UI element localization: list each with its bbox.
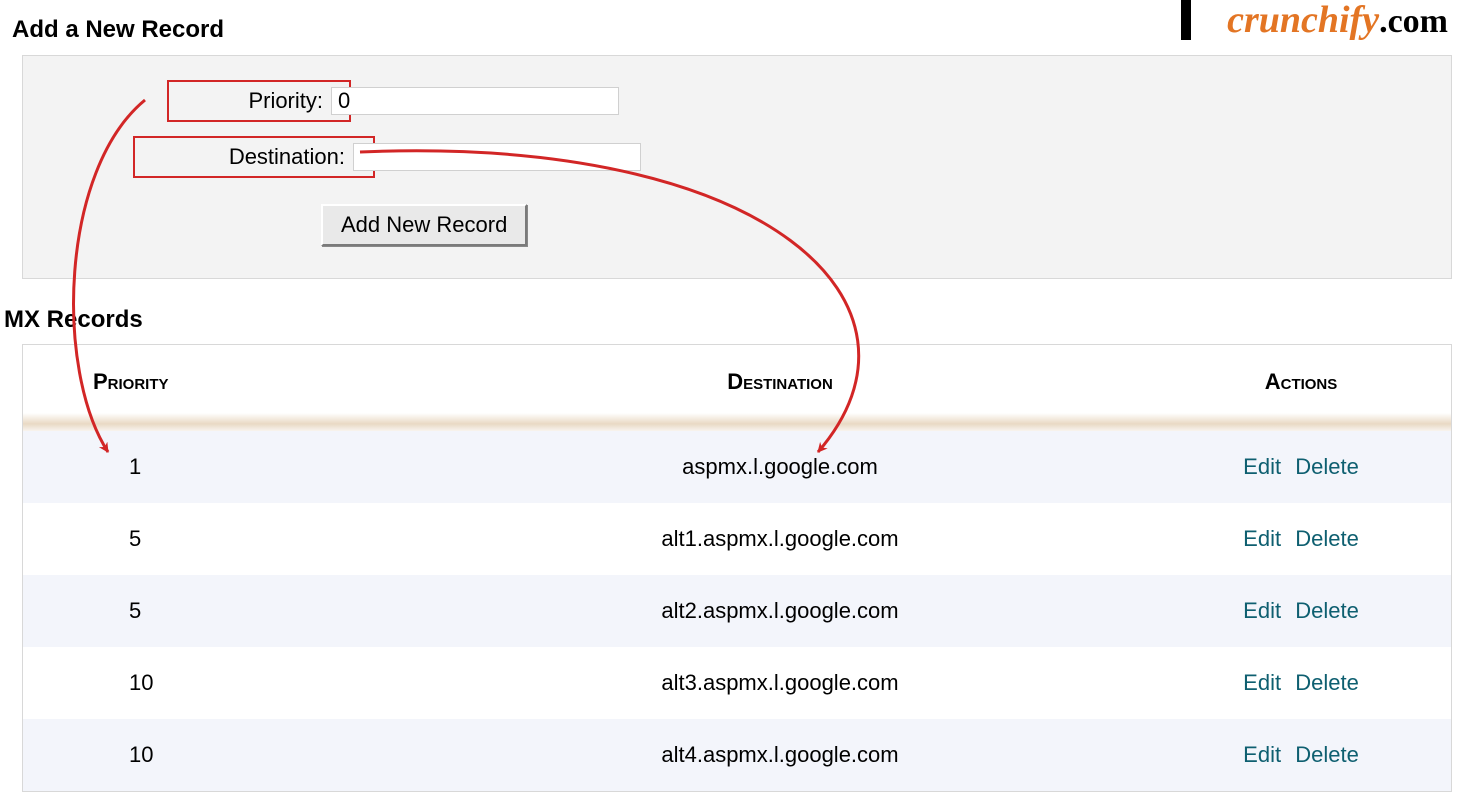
priority-input[interactable]: [331, 87, 619, 115]
table-row: 5alt1.aspmx.l.google.comEdit Delete: [23, 503, 1451, 575]
cell-destination: alt1.aspmx.l.google.com: [409, 503, 1151, 575]
logo-text: crunchify.com: [1227, 0, 1448, 42]
cell-actions: Edit Delete: [1151, 503, 1451, 575]
cell-actions: Edit Delete: [1151, 719, 1451, 791]
destination-input[interactable]: [353, 143, 641, 171]
cell-priority: 1: [23, 431, 409, 503]
cell-destination: alt3.aspmx.l.google.com: [409, 647, 1151, 719]
delete-link[interactable]: Delete: [1295, 742, 1359, 767]
cell-destination: alt4.aspmx.l.google.com: [409, 719, 1151, 791]
edit-link[interactable]: Edit: [1243, 670, 1281, 695]
mx-records-table-container: Priority Destination Actions 1aspmx.l.go…: [22, 344, 1452, 792]
edit-link[interactable]: Edit: [1243, 598, 1281, 623]
add-record-form: Priority: Destination: Add New Record: [22, 55, 1452, 279]
cell-actions: Edit Delete: [1151, 647, 1451, 719]
cell-priority: 10: [23, 719, 409, 791]
site-logo: crunchify.com: [1184, 0, 1456, 48]
table-row: 1aspmx.l.google.comEdit Delete: [23, 431, 1451, 503]
cell-destination: alt2.aspmx.l.google.com: [409, 575, 1151, 647]
priority-label: Priority:: [167, 80, 351, 122]
edit-link[interactable]: Edit: [1243, 454, 1281, 479]
table-row: 10alt3.aspmx.l.google.comEdit Delete: [23, 647, 1451, 719]
mx-records-heading: MX Records: [4, 306, 143, 334]
add-new-record-button[interactable]: Add New Record: [321, 204, 527, 246]
header-gradient-divider: [23, 413, 1451, 431]
col-header-destination: Destination: [409, 345, 1151, 413]
edit-link[interactable]: Edit: [1243, 742, 1281, 767]
cell-actions: Edit Delete: [1151, 431, 1451, 503]
delete-link[interactable]: Delete: [1295, 526, 1359, 551]
delete-link[interactable]: Delete: [1295, 670, 1359, 695]
delete-link[interactable]: Delete: [1295, 598, 1359, 623]
table-row: 5alt2.aspmx.l.google.comEdit Delete: [23, 575, 1451, 647]
cell-priority: 5: [23, 575, 409, 647]
add-record-heading: Add a New Record: [12, 16, 224, 44]
mx-records-table: Priority Destination Actions 1aspmx.l.go…: [23, 345, 1451, 791]
delete-link[interactable]: Delete: [1295, 454, 1359, 479]
table-row: 10alt4.aspmx.l.google.comEdit Delete: [23, 719, 1451, 791]
cell-actions: Edit Delete: [1151, 575, 1451, 647]
destination-label: Destination:: [133, 136, 375, 178]
logo-word-dotcom: .com: [1379, 3, 1448, 40]
cell-priority: 10: [23, 647, 409, 719]
cell-destination: aspmx.l.google.com: [409, 431, 1151, 503]
priority-row: Priority:: [167, 80, 619, 122]
col-header-actions: Actions: [1151, 345, 1451, 413]
edit-link[interactable]: Edit: [1243, 526, 1281, 551]
destination-row: Destination:: [133, 136, 641, 178]
col-header-priority: Priority: [23, 345, 409, 413]
table-header-row: Priority Destination Actions: [23, 345, 1451, 413]
logo-word-crunchify: crunchify: [1227, 0, 1379, 41]
cell-priority: 5: [23, 503, 409, 575]
logo-black-bar: [1181, 0, 1191, 40]
